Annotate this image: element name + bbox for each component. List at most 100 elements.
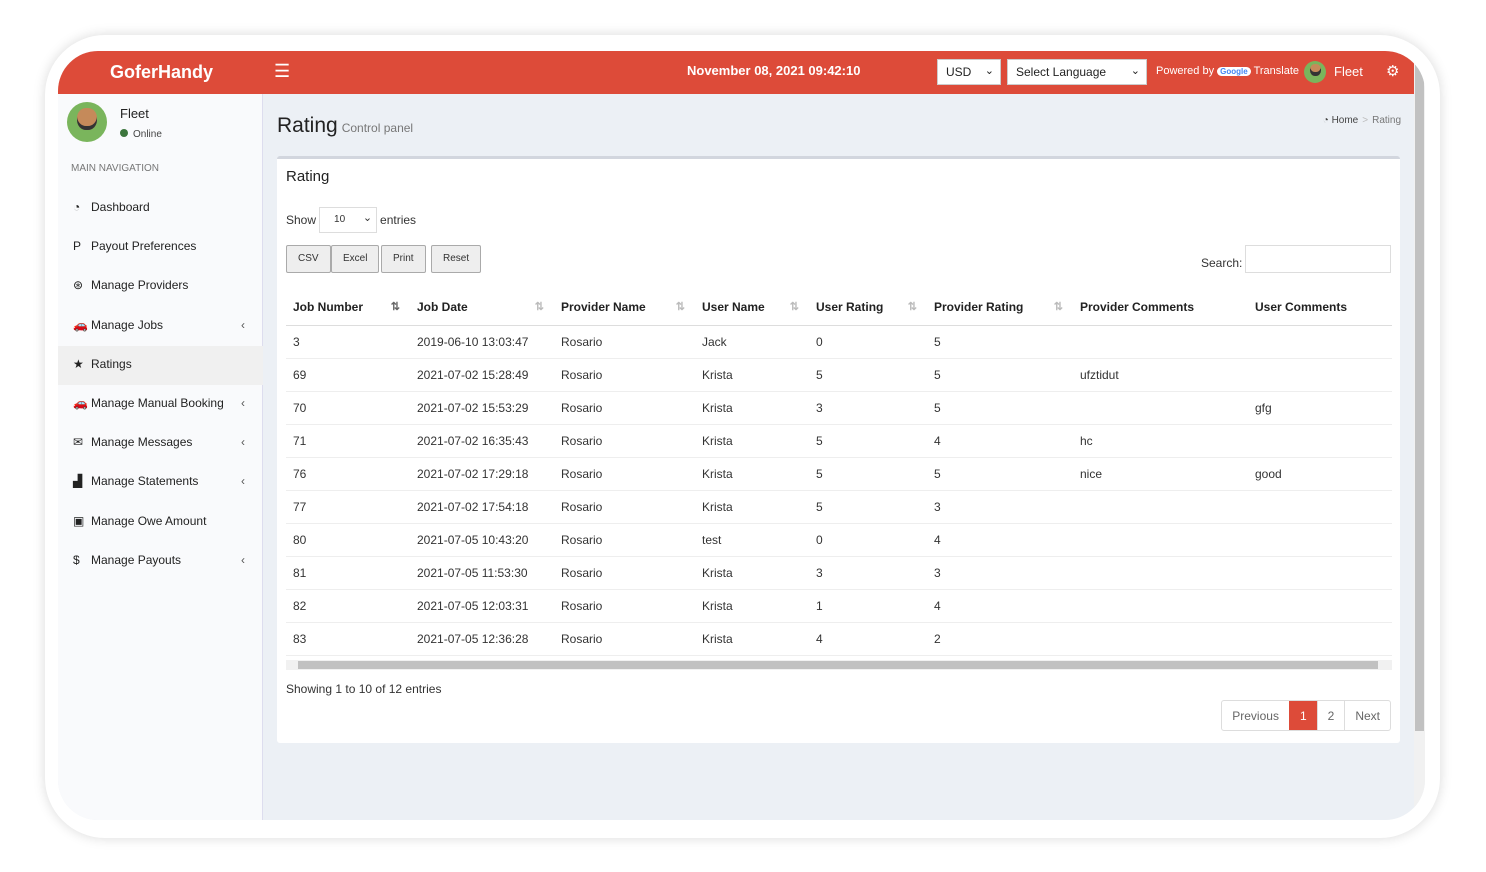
currency-select[interactable]: USD ⌄ xyxy=(937,59,1001,85)
sidebar-item-payout-preferences[interactable]: P Payout Preferences xyxy=(58,228,263,267)
breadcrumb-separator: > xyxy=(1362,115,1369,126)
user-avatar xyxy=(67,102,107,142)
header-avatar[interactable] xyxy=(1304,61,1326,83)
paypal-icon: P xyxy=(73,239,82,254)
column-header[interactable]: Job Date ⇅ xyxy=(410,290,554,326)
sidebar-item-label: Manage Payouts xyxy=(91,552,182,567)
table-cell: Krista xyxy=(695,358,809,392)
table-cell: 4 xyxy=(927,523,1073,557)
table-cell: 3 xyxy=(286,325,410,359)
menu-toggle-icon[interactable]: ☰ xyxy=(274,61,290,82)
column-header[interactable]: User Name ⇅ xyxy=(695,290,809,326)
vertical-scrollbar[interactable] xyxy=(1414,51,1425,820)
chevron-left-icon: ‹ xyxy=(241,474,245,489)
table-cell: 3 xyxy=(927,490,1073,524)
next-button[interactable]: Next xyxy=(1344,701,1390,730)
table-cell: Rosario xyxy=(554,523,695,557)
table-cell: Krista xyxy=(695,391,809,425)
table-row: 77 2021-07-02 17:54:18 Rosario Krista 5 3 xyxy=(286,490,1392,524)
page-1-button[interactable]: 1 xyxy=(1288,701,1317,730)
print-button[interactable]: Print xyxy=(381,245,426,273)
table-cell: 69 xyxy=(286,358,410,392)
header-username[interactable]: Fleet xyxy=(1334,64,1363,79)
csv-button[interactable]: CSV xyxy=(286,245,331,273)
column-header[interactable]: User Comments xyxy=(1248,290,1392,326)
money-icon: ▣ xyxy=(73,513,85,528)
length-control: Show 10 ⌄ entries xyxy=(286,207,416,233)
table-row: 82 2021-07-05 12:03:31 Rosario Krista 1 4 xyxy=(286,589,1392,623)
table-cell: 5 xyxy=(809,358,927,392)
sidebar-item-label: Manage Manual Booking xyxy=(91,396,224,410)
table-cell: Krista xyxy=(695,556,809,590)
table-cell xyxy=(1248,490,1392,524)
column-header[interactable]: Job Number ⇅ xyxy=(286,290,410,326)
google-logo: Google xyxy=(1217,67,1251,76)
table-cell: 2021-07-02 16:35:43 xyxy=(410,424,554,458)
dashboard-icon: ◔ xyxy=(73,200,81,214)
show-label: Show xyxy=(286,213,317,227)
providers-icon: ⊛ xyxy=(73,278,84,293)
sidebar-item-manage-manual-booking[interactable]: 🚗 Manage Manual Booking ‹ xyxy=(58,385,263,424)
table-cell: 0 xyxy=(809,523,927,557)
sidebar-item-manage-messages[interactable]: ✉ Manage Messages ‹ xyxy=(58,424,263,463)
table-cell: Rosario xyxy=(554,358,695,392)
table-cell: 5 xyxy=(809,424,927,458)
page-title: Rating Control panel xyxy=(277,114,413,138)
entries-select[interactable]: 10 ⌄ xyxy=(319,207,378,233)
column-header[interactable]: Provider Name ⇅ xyxy=(554,290,695,326)
column-label: Job Number xyxy=(293,300,364,315)
sidebar-item-manage-jobs[interactable]: 🚗 Manage Jobs ‹ xyxy=(58,307,263,346)
sidebar-item-label: Manage Providers xyxy=(91,278,189,293)
sidebar-item-manage-payouts[interactable]: $ Manage Payouts ‹ xyxy=(58,542,263,581)
scrollbar-thumb[interactable] xyxy=(1415,55,1424,731)
sidebar-item-label: Manage Messages xyxy=(91,435,193,450)
table-cell: Rosario xyxy=(554,424,695,458)
column-header[interactable]: Provider Rating ⇅ xyxy=(927,290,1073,326)
table-cell: 3 xyxy=(809,556,927,590)
sidebar-item-dashboard[interactable]: ◔ Dashboard xyxy=(58,189,263,228)
table-row: 69 2021-07-02 15:28:49 Rosario Krista 5 5 ufzt… xyxy=(286,358,1392,392)
table-cell xyxy=(1073,391,1248,425)
table-cell: 2 xyxy=(927,622,1073,656)
table-cell xyxy=(1248,622,1392,656)
column-label: User Rating xyxy=(816,300,884,315)
sidebar-item-manage-providers[interactable]: ⊛ Manage Providers xyxy=(58,267,263,306)
entries-label: entries xyxy=(380,213,417,227)
dashboard-icon: ◔ xyxy=(1322,115,1329,126)
horizontal-scrollbar[interactable] xyxy=(286,660,1392,670)
sidebar-item-manage-owe-amount[interactable]: ▣ Manage Owe Amount xyxy=(58,503,263,542)
table-cell: Rosario xyxy=(554,457,695,491)
excel-button[interactable]: Excel xyxy=(331,245,380,273)
column-label: Provider Name xyxy=(561,300,646,315)
sidebar-item-manage-statements[interactable]: ▟ Manage Statements ‹ xyxy=(58,463,263,502)
previous-button[interactable]: Previous xyxy=(1222,701,1289,730)
table-cell: 2021-07-05 11:53:30 xyxy=(410,556,554,590)
page-title-text: Rating xyxy=(277,114,338,137)
gears-icon[interactable]: ⚙ xyxy=(1386,62,1399,80)
sort-icon: ⇅ xyxy=(534,301,544,314)
page-2-button[interactable]: 2 xyxy=(1316,701,1345,730)
table-info: Showing 1 to 10 of 12 entries xyxy=(286,682,442,696)
table-cell: hc xyxy=(1073,424,1248,458)
table-cell xyxy=(1248,424,1392,458)
chevron-left-icon: ‹ xyxy=(241,435,245,450)
table-cell: Rosario xyxy=(554,490,695,524)
search-input[interactable] xyxy=(1245,245,1391,273)
table-cell xyxy=(1073,556,1248,590)
reset-button[interactable]: Reset xyxy=(431,245,482,273)
table-cell xyxy=(1248,589,1392,623)
sort-icon: ⇅ xyxy=(390,301,400,314)
translate-link[interactable]: Translate xyxy=(1254,65,1299,77)
table-cell: 81 xyxy=(286,556,410,590)
breadcrumb-home[interactable]: Home xyxy=(1332,115,1359,126)
scrollbar-thumb[interactable] xyxy=(298,661,1378,669)
table-cell: 4 xyxy=(927,424,1073,458)
language-select[interactable]: Select Language ⌄ xyxy=(1007,59,1147,85)
column-label: User Name xyxy=(702,300,765,315)
logo[interactable]: GoferHandy xyxy=(110,62,213,83)
table-cell: 2021-07-02 15:28:49 xyxy=(410,358,554,392)
column-header[interactable]: User Rating ⇅ xyxy=(809,290,927,326)
column-header[interactable]: Provider Comments xyxy=(1073,290,1248,326)
sidebar-item-ratings[interactable]: ★ Ratings xyxy=(58,345,263,385)
table-cell: 5 xyxy=(809,457,927,491)
